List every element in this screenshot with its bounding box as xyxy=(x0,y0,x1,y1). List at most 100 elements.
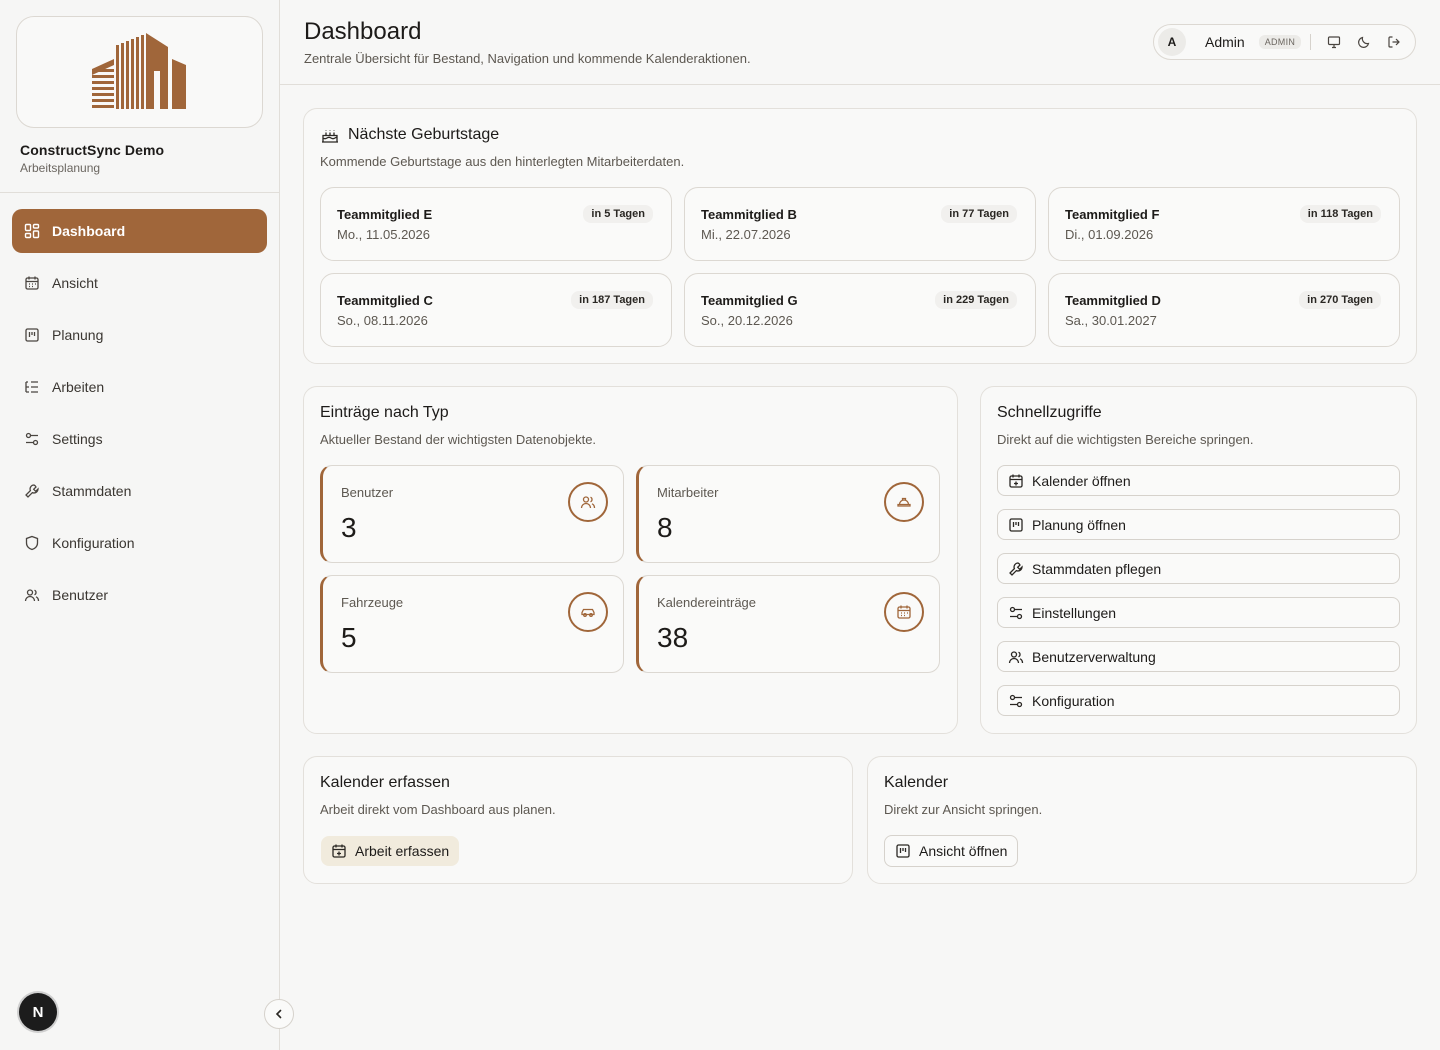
stat-value: 3 xyxy=(341,512,357,543)
sidebar-item-label: Konfiguration xyxy=(52,535,135,551)
calendar-plus-icon xyxy=(1008,473,1024,489)
quick-link-kalender[interactable]: Kalender öffnen xyxy=(997,465,1400,496)
app-badge[interactable]: N xyxy=(19,993,57,1031)
calendar-title: Kalender xyxy=(884,774,949,791)
sidebar-item-label: Ansicht xyxy=(52,275,98,291)
role-badge: ADMIN xyxy=(1258,35,1302,49)
page-subtitle: Zentrale Übersicht für Bestand, Navigati… xyxy=(304,51,751,66)
stat-card-mitarbeiter[interactable]: Mitarbeiter 8 xyxy=(636,465,940,563)
sidebar-divider xyxy=(0,192,279,193)
sidebar-item-dashboard[interactable]: Dashboard xyxy=(12,209,267,253)
quick-link-konfiguration[interactable]: Konfiguration xyxy=(997,685,1400,716)
stat-label: Mitarbeiter xyxy=(657,485,719,500)
sidebar-item-label: Planung xyxy=(52,327,104,343)
display-toggle-button[interactable] xyxy=(1319,28,1349,56)
stat-card-kalendereintraege[interactable]: Kalendereinträge 38 xyxy=(636,575,940,673)
sliders-icon xyxy=(24,431,40,447)
sidebar-item-konfiguration[interactable]: Konfiguration xyxy=(12,521,267,565)
calendar-card: Kalender Direkt zur Ansicht springen. An… xyxy=(867,756,1417,884)
monitor-icon xyxy=(1328,36,1341,49)
pill-divider xyxy=(1310,34,1312,50)
calendar-entry-card: Kalender erfassen Arbeit direkt vom Dash… xyxy=(303,756,853,884)
stat-label: Kalendereinträge xyxy=(657,595,757,610)
birthday-name: Teammitglied D xyxy=(1065,293,1161,308)
sidebar-item-label: Benutzer xyxy=(52,587,109,603)
birthday-countdown: in 270 Tagen xyxy=(1299,291,1381,309)
birthday-item[interactable]: Teammitglied D Sa., 30.01.2027 in 270 Ta… xyxy=(1048,273,1400,347)
quick-link-benutzerverwaltung[interactable]: Benutzerverwaltung xyxy=(997,641,1400,672)
entries-title: Einträge nach Typ xyxy=(320,404,449,421)
birthday-name: Teammitglied E xyxy=(337,207,433,222)
open-view-button-label: Ansicht öffnen xyxy=(919,843,1008,859)
birthday-date: So., 20.12.2026 xyxy=(701,313,793,328)
calendar-plus-icon xyxy=(331,843,347,859)
logout-button[interactable] xyxy=(1379,28,1409,56)
birthday-name: Teammitglied B xyxy=(701,207,797,222)
birthdays-title-text: Nächste Geburtstage xyxy=(348,126,500,143)
hardhat-icon xyxy=(884,482,924,522)
stat-value: 8 xyxy=(657,512,673,543)
stat-value: 38 xyxy=(657,622,689,653)
stat-label: Fahrzeuge xyxy=(341,595,404,610)
sidebar-item-stammdaten[interactable]: Stammdaten xyxy=(12,469,267,513)
sliders-icon xyxy=(1008,605,1024,621)
sidebar-item-label: Dashboard xyxy=(52,223,126,239)
brand-logo[interactable] xyxy=(16,16,263,128)
quick-subtitle: Direkt auf die wichtigsten Bereiche spri… xyxy=(997,432,1254,447)
quick-link-label: Einstellungen xyxy=(1032,604,1117,621)
stat-card-benutzer[interactable]: Benutzer 3 xyxy=(320,465,624,563)
calendar-entry-title: Kalender erfassen xyxy=(320,774,450,791)
brand-name: ConstructSync Demo xyxy=(20,142,165,158)
brand-subtitle: Arbeitsplanung xyxy=(20,161,101,175)
sidebar-item-label: Settings xyxy=(52,431,103,447)
dashboard-icon xyxy=(24,223,40,239)
sidebar-nav: Dashboard Ansicht Planung Arbeiten Setti… xyxy=(12,209,267,625)
planning-icon xyxy=(1008,517,1024,533)
sidebar-item-settings[interactable]: Settings xyxy=(12,417,267,461)
planning-icon xyxy=(24,327,40,343)
planning-icon xyxy=(895,843,911,859)
birthday-date: Mo., 11.05.2026 xyxy=(337,227,430,242)
birthday-item[interactable]: Teammitglied C So., 08.11.2026 in 187 Ta… xyxy=(320,273,672,347)
user-name: Admin xyxy=(1205,34,1245,50)
sidebar-collapse-button[interactable] xyxy=(264,999,294,1029)
quick-title: Schnellzugriffe xyxy=(997,404,1102,421)
birthday-countdown: in 5 Tagen xyxy=(583,205,653,223)
avatar[interactable]: A xyxy=(1158,28,1186,56)
quick-link-einstellungen[interactable]: Einstellungen xyxy=(997,597,1400,628)
birthday-name: Teammitglied C xyxy=(337,293,433,308)
add-work-button-label: Arbeit erfassen xyxy=(355,843,450,859)
sidebar-item-arbeiten[interactable]: Arbeiten xyxy=(12,365,267,409)
stat-card-fahrzeuge[interactable]: Fahrzeuge 5 xyxy=(320,575,624,673)
birthday-item[interactable]: Teammitglied F Di., 01.09.2026 in 118 Ta… xyxy=(1048,187,1400,261)
calendar-icon xyxy=(24,275,40,291)
sidebar-item-benutzer[interactable]: Benutzer xyxy=(12,573,267,617)
stat-label: Benutzer xyxy=(341,485,394,500)
open-view-button[interactable]: Ansicht öffnen xyxy=(884,835,1019,867)
quick-link-stammdaten[interactable]: Stammdaten pflegen xyxy=(997,553,1400,584)
page-header: Dashboard Zentrale Übersicht für Bestand… xyxy=(280,0,1440,85)
entries-by-type-card: Einträge nach Typ Aktueller Bestand der … xyxy=(303,386,958,734)
birthday-name: Teammitglied G xyxy=(701,293,798,308)
sidebar-item-ansicht[interactable]: Ansicht xyxy=(12,261,267,305)
quick-link-label: Benutzerverwaltung xyxy=(1032,648,1156,665)
birthday-item[interactable]: Teammitglied E Mo., 11.05.2026 in 5 Tage… xyxy=(320,187,672,261)
quick-link-label: Konfiguration xyxy=(1032,692,1115,709)
chevron-left-icon xyxy=(275,1009,282,1019)
birthday-countdown: in 229 Tagen xyxy=(935,291,1017,309)
building-logo-icon xyxy=(91,33,186,109)
quick-link-label: Kalender öffnen xyxy=(1032,472,1131,489)
birthday-item[interactable]: Teammitglied G So., 20.12.2026 in 229 Ta… xyxy=(684,273,1036,347)
sliders-icon xyxy=(1008,693,1024,709)
theme-toggle-button[interactable] xyxy=(1349,28,1379,56)
birthdays-title: Nächste Geburtstage xyxy=(320,126,499,144)
birthday-item[interactable]: Teammitglied B Mi., 22.07.2026 in 77 Tag… xyxy=(684,187,1036,261)
sidebar-item-label: Stammdaten xyxy=(52,483,132,499)
quick-link-planung[interactable]: Planung öffnen xyxy=(997,509,1400,540)
entries-subtitle: Aktueller Bestand der wichtigsten Dateno… xyxy=(320,432,597,447)
wrench-icon xyxy=(1008,561,1024,577)
users-icon xyxy=(568,482,608,522)
sidebar-item-planung[interactable]: Planung xyxy=(12,313,267,357)
wrench-icon xyxy=(24,483,40,499)
add-work-button[interactable]: Arbeit erfassen xyxy=(321,836,460,866)
